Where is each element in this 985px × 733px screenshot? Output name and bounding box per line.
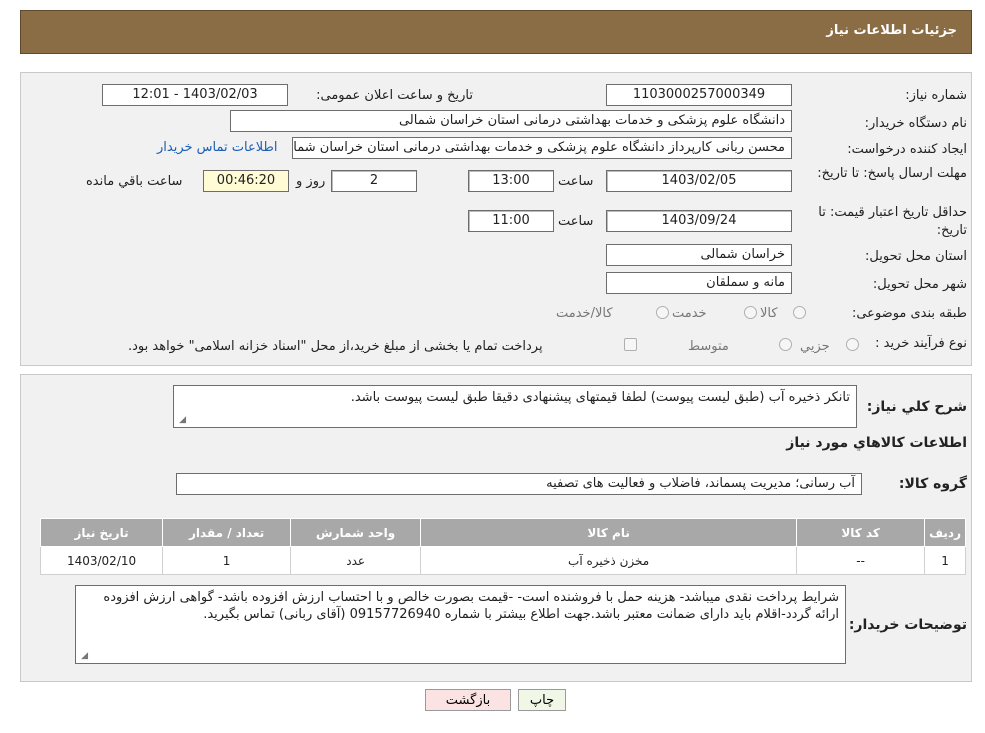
city-field: مانه و سملقان — [606, 272, 792, 294]
resize-grip-icon[interactable]: ◢ — [176, 415, 186, 425]
days-label: روز و — [296, 174, 326, 189]
validity-date-field: 1403/09/24 — [606, 210, 792, 232]
process-option-minor: جزیي — [800, 339, 830, 354]
remaining-time-field: 00:46:20 — [203, 170, 289, 192]
process-label: نوع فرآیند خرید : — [875, 336, 967, 351]
back-button[interactable]: بازگشت — [425, 689, 511, 711]
creator-field: محسن ربانی کارپرداز دانشگاه علوم پزشکی و… — [292, 137, 792, 159]
process-option-medium: متوسط — [688, 339, 729, 354]
announce-label: تاریخ و ساعت اعلان عمومی: — [316, 88, 473, 103]
deadline-time-label: ساعت — [558, 174, 594, 189]
validity-time-field: 11:00 — [468, 210, 554, 232]
announce-field: 1403/02/03 - 12:01 — [102, 84, 288, 106]
process-radio-medium[interactable] — [779, 338, 792, 351]
category-radio-goods[interactable] — [793, 306, 806, 319]
category-radio-goods-service[interactable] — [656, 306, 669, 319]
deadline-date-field: 1403/02/05 — [606, 170, 792, 192]
summary-textarea: تانکر ذخیره آب (طبق لیست پیوست) لطفا قیم… — [173, 385, 857, 428]
category-label: طبقه بندی موضوعی: — [851, 306, 967, 321]
province-field: خراسان شمالی — [606, 244, 792, 266]
table-row: 1 -- مخزن ذخیره آب عدد 1 1403/02/10 — [39, 546, 966, 575]
buyer-label: نام دستگاه خریدار: — [864, 116, 967, 131]
validity-label: حداقل تاریخ اعتبار قیمت: تا تاریخ: — [818, 205, 967, 238]
need-number-label: شماره نیاز: — [905, 88, 967, 103]
col-need-date: تاریخ نیاز — [39, 518, 164, 547]
buyer-notes-textarea: شرایط پرداخت نقدی میباشد- هزینه حمل با ف… — [75, 585, 846, 664]
creator-label: ایجاد کننده درخواست: — [847, 142, 967, 157]
category-radio-service[interactable] — [744, 306, 757, 319]
validity-time-label: ساعت — [558, 214, 594, 229]
deadline-label: مهلت ارسال پاسخ: تا تاریخ: — [817, 166, 967, 181]
col-unit: واحد شمارش — [290, 518, 422, 547]
category-option-goods-service: کالا/خدمت — [556, 306, 613, 321]
process-treasury-checkbox[interactable] — [624, 338, 637, 351]
col-quantity: تعداد / مقدار — [162, 518, 292, 547]
buyer-notes-label: توضیحات خریدار: — [848, 617, 967, 633]
category-option-goods: کالا — [760, 306, 778, 321]
cell-need-date: 1403/02/10 — [39, 546, 164, 575]
buyer-field: دانشگاه علوم پزشکی و خدمات بهداشتی درمان… — [230, 110, 792, 132]
resize-grip-icon[interactable]: ◢ — [78, 651, 88, 661]
goods-table-header: ردیف کد کالا نام کالا واحد شمارش تعداد /… — [39, 518, 966, 547]
print-button[interactable]: چاپ — [518, 689, 566, 711]
goods-group-label: گروه کالا: — [898, 476, 967, 492]
page-title: جزئیات اطلاعات نیاز — [826, 23, 957, 38]
process-note: پرداخت تمام یا بخشی از مبلغ خرید،از محل … — [128, 339, 543, 354]
cell-quantity: 1 — [162, 546, 292, 575]
cell-code: -- — [796, 546, 926, 575]
col-code: کد کالا — [796, 518, 926, 547]
days-field: 2 — [331, 170, 417, 192]
cell-name: مخزن ذخیره آب — [420, 546, 798, 575]
need-number-field: 1103000257000349 — [606, 84, 792, 106]
col-row: ردیف — [924, 518, 966, 547]
remaining-label: ساعت باقي مانده — [86, 174, 183, 189]
goods-group-field: آب رسانی؛ مدیریت پسماند، فاضلاب و فعالیت… — [176, 473, 862, 495]
col-name: نام کالا — [420, 518, 798, 547]
goods-table: ردیف کد کالا نام کالا واحد شمارش تعداد /… — [39, 518, 966, 575]
summary-label: شرح کلي نياز: — [866, 399, 967, 415]
goods-section-title: اطلاعات کالاهاي مورد نياز — [786, 435, 967, 451]
page-header: جزئیات اطلاعات نیاز — [20, 10, 972, 54]
cell-unit: عدد — [290, 546, 422, 575]
cell-row: 1 — [924, 546, 966, 575]
summary-text: تانکر ذخیره آب (طبق لیست پیوست) لطفا قیم… — [350, 390, 850, 405]
province-label: استان محل تحویل: — [865, 249, 967, 264]
process-radio-minor[interactable] — [846, 338, 859, 351]
buyer-contact-link[interactable]: اطلاعات تماس خریدار — [157, 140, 277, 155]
deadline-time-field: 13:00 — [468, 170, 554, 192]
goods-table-wrapper: ردیف کد کالا نام کالا واحد شمارش تعداد /… — [39, 518, 966, 575]
buyer-notes-text: شرایط پرداخت نقدی میباشد- هزینه حمل با ف… — [103, 590, 839, 622]
city-label: شهر محل تحویل: — [872, 277, 967, 292]
category-option-service: خدمت — [672, 306, 707, 321]
